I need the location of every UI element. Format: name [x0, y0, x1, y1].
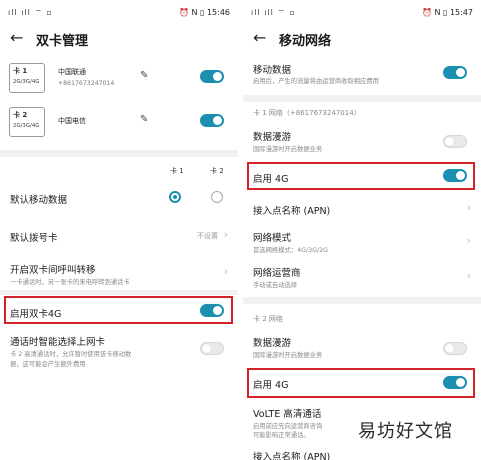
- default-dial-card-row[interactable]: 默认拨号卡 不设置 ›: [0, 222, 238, 248]
- dual-sim-settings-screen: ıll ıll ⌔ ▫ ⏰ N ▯ 15:46 ← 双卡管理 卡 1 2G/3G…: [0, 0, 238, 460]
- smart-data-switch-row[interactable]: 通话时智能选择上网卡 卡 2 高清通话时，允许暂时使用该卡移动数 据，这可能会产…: [0, 328, 238, 378]
- sim-card-2-toggle[interactable]: [200, 114, 224, 127]
- row-label: 默认移动数据: [10, 195, 68, 206]
- row-value: 不设置: [197, 232, 218, 240]
- divider: [243, 297, 481, 304]
- signal-icons: ıll ıll ⌔ ▫: [8, 8, 53, 17]
- row-subtitle: 启用后，产生的流量将由运营商收取相应费用: [253, 78, 379, 85]
- status-bar: ıll ıll ⌔ ▫ ⏰ N ▯ 15:47: [243, 0, 481, 24]
- data-roaming-2-row[interactable]: 数据漫游 国际漫游时开启数据业务: [243, 330, 481, 364]
- divider: [0, 150, 238, 157]
- sim-card-1-row[interactable]: 卡 1 2G/3G/4G 中国联通 +8617673247014 ✎: [0, 58, 238, 100]
- column-header-card2: 卡 2: [210, 167, 224, 175]
- mobile-data-toggle[interactable]: [443, 66, 467, 79]
- mobile-data-row[interactable]: 移动数据 启用后，产生的流量将由运营商收取相应费用: [243, 58, 481, 94]
- carrier-name: 中国联通: [58, 68, 86, 76]
- row-subtitle: 国际漫游时开启数据业务: [253, 352, 323, 359]
- sim-card-2-row[interactable]: 卡 2 2G/3G/4G 中国电信 ✎: [0, 104, 238, 146]
- chevron-right-icon: ›: [223, 265, 228, 278]
- chevron-right-icon: ›: [223, 228, 228, 241]
- card2-section-header: 卡 2 网络: [253, 315, 283, 323]
- row-label: 接入点名称 (APN): [253, 452, 331, 460]
- row-label: 默认拨号卡: [10, 233, 58, 244]
- page-title: 双卡管理: [36, 34, 89, 49]
- row-subtitle: 可能影响正常通话。: [253, 432, 310, 439]
- highlight-box: [247, 368, 475, 398]
- title-bar: ← 双卡管理: [0, 26, 238, 54]
- divider: [0, 290, 238, 295]
- chevron-right-icon: ›: [466, 269, 471, 282]
- network-mode-row[interactable]: 网络模式 首选网络模式：4G/3G/2G ›: [243, 224, 481, 258]
- signal-icons: ıll ıll ⌔ ▫: [251, 8, 296, 17]
- data-roaming-1-row[interactable]: 数据漫游 国际漫游时开启数据业务: [243, 124, 481, 158]
- row-label: 开启双卡间呼叫转移: [10, 265, 96, 276]
- phone-number: +8617673247014: [58, 80, 115, 87]
- row-label: 数据漫游: [253, 338, 292, 349]
- radio-card2[interactable]: [211, 191, 223, 203]
- apn-row[interactable]: 接入点名称 (APN) ›: [243, 196, 481, 222]
- row-label: VoLTE 高清通话: [253, 409, 322, 420]
- row-label: 数据漫游: [253, 132, 292, 143]
- status-bar: ıll ıll ⌔ ▫ ⏰ N ▯ 15:46: [0, 0, 238, 24]
- row-subtitle: 据，这可能会产生额外费用: [10, 361, 86, 368]
- edit-pencil-icon[interactable]: ✎: [140, 70, 148, 81]
- row-subtitle: 国际漫游时开启数据业务: [253, 146, 323, 153]
- radio-card1[interactable]: [169, 191, 181, 203]
- network-operator-row[interactable]: 网络运营商 手动或自动选择 ›: [243, 260, 481, 294]
- smart-data-switch-toggle[interactable]: [200, 342, 224, 355]
- carrier-name: 中国电信: [58, 117, 86, 125]
- row-label: 通话时智能选择上网卡: [10, 337, 106, 348]
- mobile-network-screen: ıll ıll ⌔ ▫ ⏰ N ▯ 15:47 ← 移动网络 移动数据 启用后，…: [243, 0, 481, 460]
- data-roaming-1-toggle[interactable]: [443, 135, 467, 148]
- row-subtitle: 首选网络模式：4G/3G/2G: [253, 247, 328, 254]
- sim-card-1-toggle[interactable]: [200, 70, 224, 83]
- row-label: 移动数据: [253, 65, 292, 76]
- column-header-card1: 卡 1: [170, 167, 184, 175]
- status-clock: ⏰ N ▯ 15:47: [421, 8, 473, 17]
- title-bar: ← 移动网络: [243, 26, 481, 54]
- edit-pencil-icon[interactable]: ✎: [140, 114, 148, 125]
- sim-card-icon: 卡 1 2G/3G/4G: [9, 63, 45, 93]
- call-forwarding-row[interactable]: 开启双卡间呼叫转移 一卡通话时，另一张卡的来电呼转到通话卡 ›: [0, 254, 238, 292]
- data-roaming-2-toggle[interactable]: [443, 342, 467, 355]
- watermark: 易坊好文馆: [352, 416, 459, 444]
- card1-section-header: 卡 1 网络（+8617673247014）: [253, 109, 361, 117]
- default-mobile-data-row: 默认移动数据: [0, 180, 238, 216]
- row-subtitle: 一卡通话时，另一张卡的来电呼转到通话卡: [10, 279, 130, 286]
- highlight-box: [4, 296, 233, 324]
- highlight-box: [247, 162, 475, 190]
- row-label: 接入点名称 (APN): [253, 206, 331, 217]
- chevron-right-icon: ›: [466, 234, 471, 247]
- apn-2-row[interactable]: 接入点名称 (APN): [243, 446, 481, 460]
- status-clock: ⏰ N ▯ 15:46: [178, 8, 230, 17]
- row-subtitle: 启用前应先向运营商咨询: [253, 423, 323, 430]
- row-subtitle: 手动或自动选择: [253, 282, 298, 289]
- back-arrow-icon[interactable]: ←: [10, 28, 23, 48]
- chevron-right-icon: ›: [466, 201, 471, 214]
- divider: [243, 95, 481, 102]
- back-arrow-icon[interactable]: ←: [253, 28, 266, 48]
- sim-card-icon: 卡 2 2G/3G/4G: [9, 107, 45, 137]
- row-label: 网络模式: [253, 233, 292, 244]
- row-subtitle: 卡 2 高清通话时，允许暂时使用该卡移动数: [10, 351, 132, 358]
- page-title: 移动网络: [279, 34, 332, 49]
- row-label: 网络运营商: [253, 268, 301, 279]
